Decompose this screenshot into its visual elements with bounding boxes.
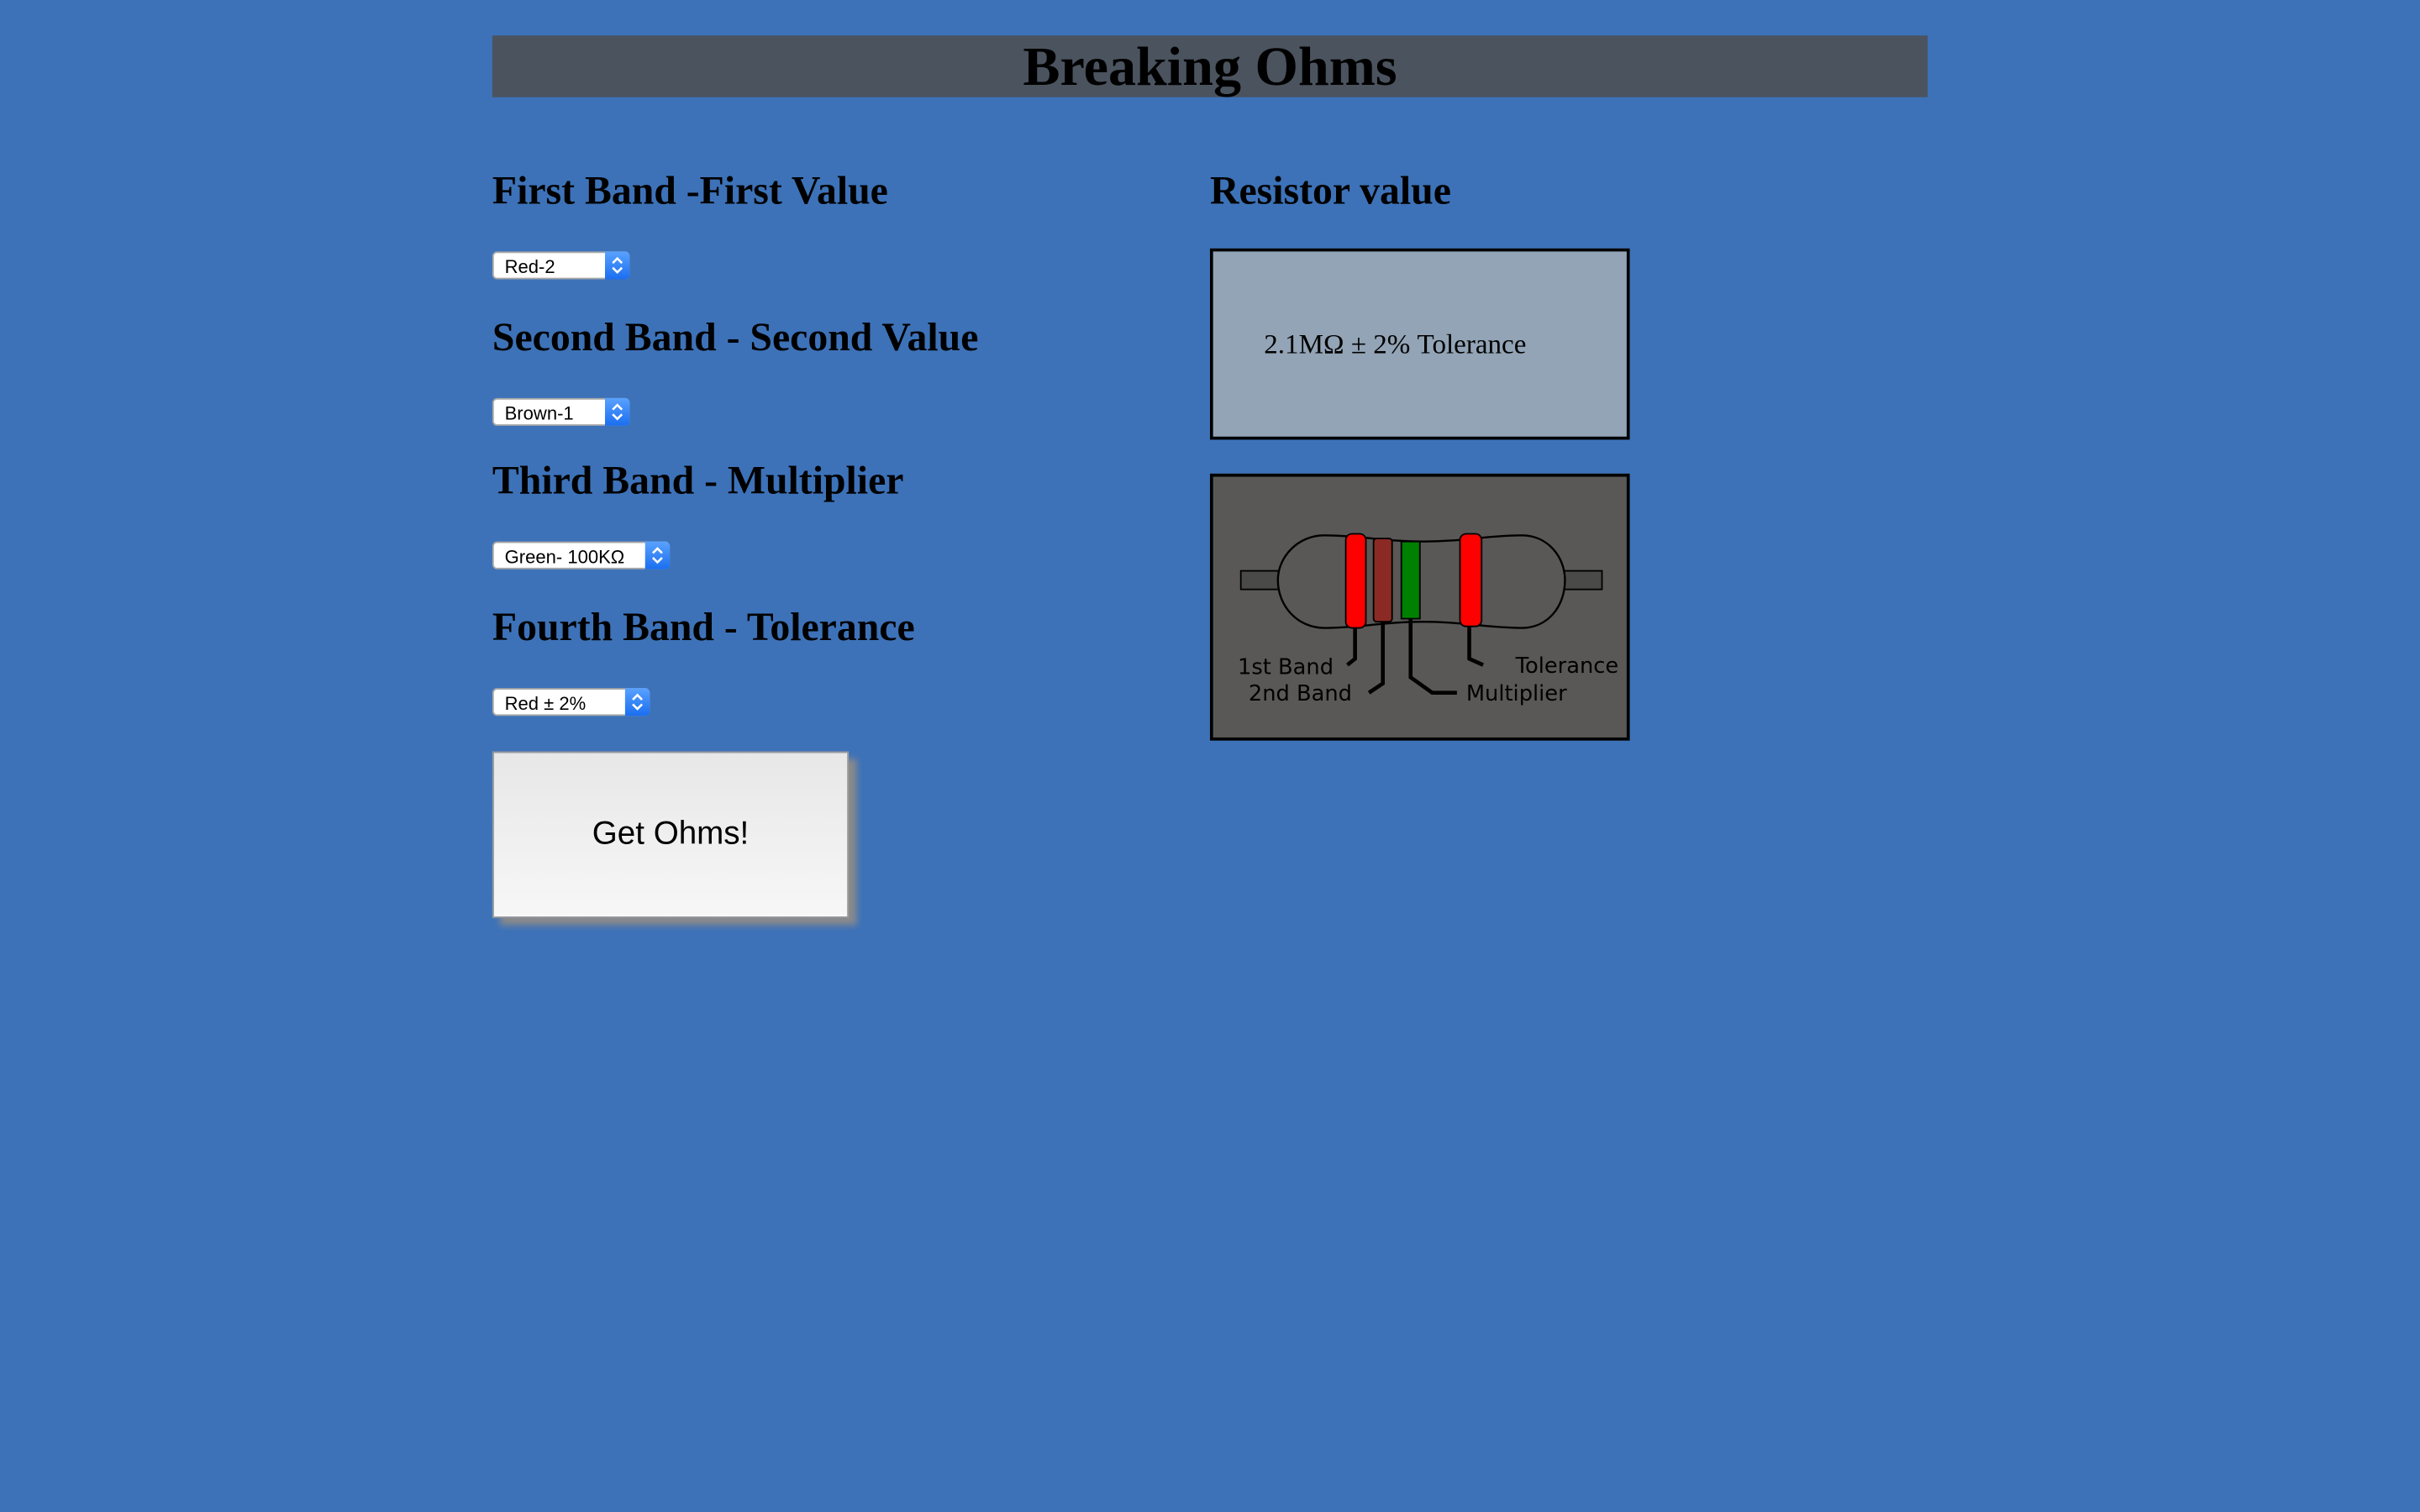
second-band-label: Second Band - Second Value [492, 314, 979, 360]
first-band-select[interactable]: Red-2 [492, 251, 630, 280]
resistor-value-heading: Resistor value [1209, 168, 1451, 213]
resistor-value-box: 2.1MΩ ± 2% Tolerance [1209, 248, 1630, 440]
tolerance-leader [1467, 626, 1485, 667]
band-3-multiplier [1400, 540, 1421, 620]
resistor-body [1276, 534, 1566, 629]
page: Breaking Ohms First Band -First Value Re… [0, 0, 2420, 1512]
right-lead [1560, 570, 1603, 591]
diagram-label-band1: 1st Band [1238, 655, 1334, 680]
first-band-label: First Band -First Value [492, 168, 888, 213]
up-down-chevron-icon [624, 688, 650, 717]
fourth-band-label: Fourth Band - Tolerance [492, 604, 915, 650]
fourth-band-select-value: Red ± 2% [504, 692, 587, 715]
multiplier-leader [1408, 618, 1457, 695]
third-band-select-value: Green- 100KΩ [504, 546, 625, 568]
first-band-select-value: Red-2 [504, 255, 555, 278]
second-band-select[interactable]: Brown-1 [492, 397, 630, 426]
up-down-chevron-icon [644, 541, 671, 570]
band-1 [1344, 533, 1367, 629]
third-band-select[interactable]: Green- 100KΩ [492, 541, 671, 570]
diagram-label-multiplier: Multiplier [1466, 681, 1567, 706]
second-band-select-value: Brown-1 [504, 402, 574, 425]
diagram-label-band2: 2nd Band [1249, 681, 1352, 706]
header-bar: Breaking Ohms [492, 35, 1928, 97]
up-down-chevron-icon [604, 397, 630, 426]
resistor-diagram: 1st Band 2nd Band Multiplier Tolerance [1209, 473, 1630, 741]
third-band-label: Third Band - Multiplier [492, 458, 904, 503]
resistor-value-text: 2.1MΩ ± 2% Tolerance [1264, 328, 1527, 360]
fourth-band-select[interactable]: Red ± 2% [492, 688, 650, 717]
band-2 [1372, 538, 1393, 623]
up-down-chevron-icon [604, 251, 630, 280]
band-2-leader [1367, 622, 1385, 695]
diagram-label-tolerance: Tolerance [1515, 654, 1619, 679]
resistor-diagram-svg: 1st Band 2nd Band Multiplier Tolerance [1238, 533, 1619, 706]
band-1-leader [1346, 627, 1357, 667]
get-ohms-button[interactable]: Get Ohms! [492, 751, 850, 918]
band-4-tolerance [1459, 533, 1483, 627]
page-title: Breaking Ohms [1023, 35, 1397, 97]
